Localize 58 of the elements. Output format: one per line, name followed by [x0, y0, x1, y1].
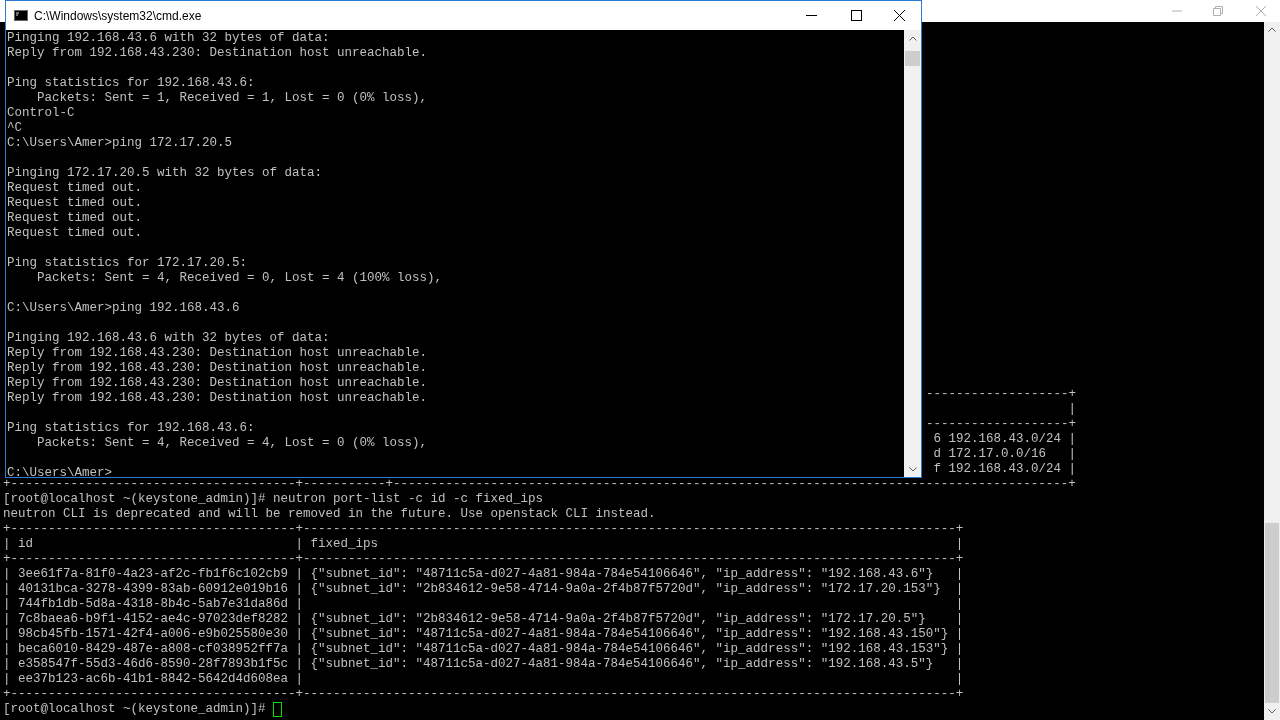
terminal-line: [root@localhost ~(keystone_admin)]# neutron port-list -c id -c fixed_ips [3, 492, 544, 507]
scrollbar[interactable] [1264, 22, 1280, 720]
terminal-line: | 40131bca-3278-4399-83ab-60912e019b16 | {"subnet_id": "2b834612-9e58-4714-9a0a-2f4b87f5720d", "ip_address": "172.17.20.153"} | [3, 582, 964, 597]
terminal-line: neutron CLI is deprecated and will be removed in the future. Use openstack CLI instead. [3, 507, 656, 522]
console-line: Request timed out. [7, 211, 143, 226]
console-line: Reply from 192.168.43.230: Destination host unreachable. [7, 346, 428, 361]
terminal-line: | 98cb45fb-1571-42f4-a006-e9b025580e30 | {"subnet_id": "48711c5a-d027-4a81-984a-784e54106646", "ip_address": "192.168.43.150"} | [3, 627, 964, 642]
console-line: Pinging 192.168.43.6 with 32 bytes of data: [7, 31, 330, 46]
console-line: ^C [7, 121, 22, 136]
console-line: Pinging 172.17.20.5 with 32 bytes of data: [7, 166, 323, 181]
scroll-thumb[interactable] [1265, 523, 1279, 703]
scroll-up-icon[interactable] [908, 36, 917, 41]
terminal-line: +--------------------------------------+-----------+------------------------------------------------------------------------------------------+ [3, 477, 1076, 492]
console-line: Reply from 192.168.43.230: Destination host unreachable. [7, 46, 428, 61]
terminal-line: | 7c8baea6-b9f1-4152-ae4c-97023def8282 | {"subnet_id": "2b834612-9e58-4714-9a0a-2f4b87f5720d", "ip_address": "172.17.20.5"} | [3, 612, 964, 627]
console-line: Ping statistics for 192.168.43.6: [7, 76, 255, 91]
maximize-icon[interactable] [851, 10, 862, 21]
console-line: Request timed out. [7, 181, 143, 196]
terminal-line: | 3ee61f7a-81f0-4a23-af2c-fb1f6c102cb9 | {"subnet_id": "48711c5a-d027-4a81-984a-784e54106646", "ip_address": "192.168.43.6"} | [3, 567, 964, 582]
console-line: C:\Users\Amer> [7, 466, 113, 477]
terminal-line: | beca6010-8429-487e-a808-cf038952ff7a | {"subnet_id": "48711c5a-d027-4a81-984a-784e54106646", "ip_address": "192.168.43.153"} | [3, 642, 964, 657]
terminal-line: | id | fixed_ips | [3, 537, 964, 552]
console-line: Control-C [7, 106, 75, 121]
cursor [272, 702, 282, 717]
console-line: Reply from 192.168.43.230: Destination host unreachable. [7, 391, 428, 406]
terminal-line: -------------------+ [925, 417, 1076, 432]
console-line: Ping statistics for 192.168.43.6: [7, 421, 255, 436]
scrollbar[interactable] [904, 30, 921, 477]
console-line: Ping statistics for 172.17.20.5: [7, 256, 248, 271]
scroll-down-icon[interactable] [908, 467, 917, 472]
terminal-line: +--------------------------------------+---------------------------------------------------------------------------------------+ [3, 522, 964, 537]
terminal-line: | ee37b123-ac6b-41b1-8842-5642d4d608ea | | [3, 672, 964, 687]
terminal-line: | [1068, 402, 1076, 417]
terminal-line: +--------------------------------------+---------------------------------------------------------------------------------------+ [3, 552, 964, 567]
console-line: Reply from 192.168.43.230: Destination host unreachable. [7, 361, 428, 376]
console-line: Request timed out. [7, 226, 143, 241]
terminal-line: | e358547f-55d3-46d6-8590-28f7893b1f5c | {"subnet_id": "48711c5a-d027-4a81-984a-784e54106646", "ip_address": "192.168.43.5"} | [3, 657, 964, 672]
console-line: Packets: Sent = 4, Received = 4, Lost = 0 (0% loss), [36, 436, 428, 451]
scroll-down-icon[interactable] [1268, 709, 1276, 714]
console-line: Packets: Sent = 1, Received = 1, Lost = 0 (0% loss), [36, 91, 428, 106]
terminal-line: [root@localhost ~(keystone_admin)]# [3, 702, 266, 717]
console-line: Packets: Sent = 4, Received = 0, Lost = 4 (100% loss), [36, 271, 443, 286]
terminal-line: | 744fb1db-5d8a-4318-8b4c-5ab7e31da86d | | [3, 597, 964, 612]
window-title: C:\Windows\system32\cmd.exe [34, 7, 203, 25]
console-line: C:\Users\Amer>ping 192.168.43.6 [7, 301, 240, 316]
console-line: Request timed out. [7, 196, 143, 211]
scroll-up-icon[interactable] [1268, 27, 1276, 32]
scroll-thumb[interactable] [905, 51, 920, 66]
console-line: Pinging 192.168.43.6 with 32 bytes of data: [7, 331, 330, 346]
terminal-line: 6 192.168.43.0/24 | [933, 432, 1076, 447]
terminal-line: d 172.17.0.0/16 | [933, 447, 1076, 462]
console-line: C:\Users\Amer>ping 172.17.20.5 [7, 136, 233, 151]
terminal-icon [14, 10, 28, 21]
console-line: Reply from 192.168.43.230: Destination host unreachable. [7, 376, 428, 391]
terminal-line: f 192.168.43.0/24 | [933, 462, 1076, 477]
close-icon[interactable] [894, 10, 905, 21]
terminal-line: -------------------+ [925, 387, 1076, 402]
terminal-line: +--------------------------------------+---------------------------------------------------------------------------------------+ [3, 687, 964, 702]
